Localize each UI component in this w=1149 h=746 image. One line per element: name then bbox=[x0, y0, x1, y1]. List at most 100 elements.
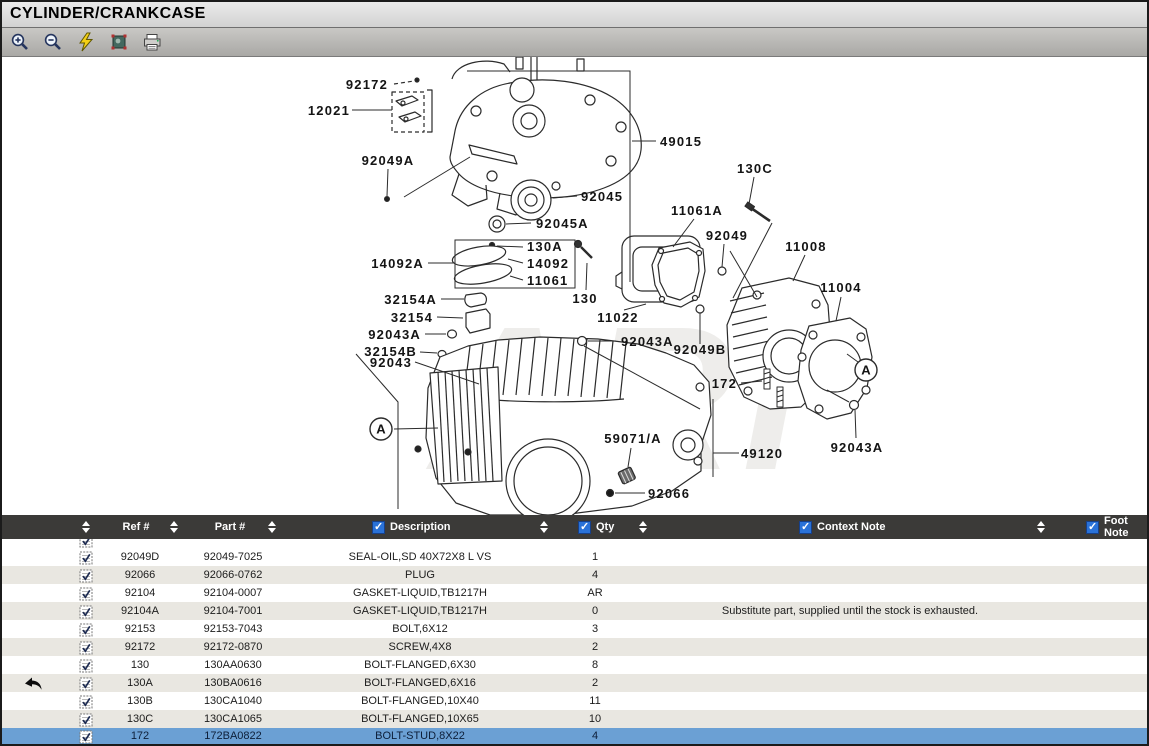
part-label-92172[interactable]: 92172 bbox=[346, 77, 388, 92]
col-context-note[interactable]: Context Note bbox=[817, 515, 885, 539]
cell-part: 92066-0762 bbox=[178, 566, 288, 584]
edit-notes-icon bbox=[79, 604, 93, 619]
table-row[interactable]: 130B130CA1040BOLT-FLANGED,10X4011 bbox=[0, 692, 1149, 710]
part-label-92045A[interactable]: 92045A bbox=[536, 216, 589, 231]
part-label-92049[interactable]: 92049 bbox=[706, 228, 748, 243]
cell-part: 92104-0007 bbox=[178, 584, 288, 602]
hotspot-select-button[interactable] bbox=[108, 31, 130, 53]
part-label-49015[interactable]: 49015 bbox=[660, 134, 702, 149]
row-edit-icon[interactable] bbox=[76, 710, 96, 728]
edit-notes-icon bbox=[79, 568, 93, 583]
part-label-92043A[interactable]: 92043A bbox=[831, 440, 884, 455]
cell-qty: 4 bbox=[556, 728, 634, 744]
col-foot-note[interactable]: Foot Note bbox=[1104, 515, 1149, 539]
cell-context-note bbox=[648, 548, 1052, 566]
row-edit-icon[interactable] bbox=[76, 656, 96, 674]
part-label-32154A[interactable]: 32154A bbox=[384, 292, 437, 307]
col-description[interactable]: Description bbox=[390, 515, 451, 539]
table-row[interactable]: 9206692066-0762PLUG4 bbox=[0, 566, 1149, 584]
part-label-92066[interactable]: 92066 bbox=[648, 486, 690, 501]
zoom-in-button[interactable] bbox=[9, 31, 31, 53]
row-edit-icon[interactable] bbox=[76, 620, 96, 638]
part-label-11008[interactable]: 11008 bbox=[785, 239, 826, 254]
zoom-out-button[interactable] bbox=[42, 31, 64, 53]
titlebar: CYLINDER/CRANKCASE bbox=[0, 0, 1149, 28]
row-edit-icon[interactable] bbox=[76, 728, 96, 744]
checkbox-foot-note[interactable] bbox=[1086, 515, 1099, 539]
cell-ref: 130A bbox=[100, 674, 180, 692]
cell-description: GASKET-LIQUID,TB1217H bbox=[300, 602, 540, 620]
table-row[interactable]: 92104A92104-7001GASKET-LIQUID,TB1217H0Su… bbox=[0, 602, 1149, 620]
sort-icon-qty[interactable] bbox=[639, 515, 647, 539]
part-label-92049A[interactable]: 92049A bbox=[362, 153, 415, 168]
cell-context-note bbox=[648, 566, 1052, 584]
table-row[interactable]: 172172BA0822BOLT-STUD,8X224 bbox=[0, 728, 1149, 746]
part-label-14092[interactable]: 14092 bbox=[527, 256, 569, 271]
sort-icon-part[interactable] bbox=[268, 515, 276, 539]
checkbox-description[interactable] bbox=[372, 515, 385, 539]
cell-description: BOLT-FLANGED,10X65 bbox=[300, 710, 540, 728]
part-label-11004[interactable]: 11004 bbox=[820, 280, 861, 295]
part-label-11061[interactable]: 11061 bbox=[527, 273, 568, 288]
table-row[interactable]: 130C130CA1065BOLT-FLANGED,10X6510 bbox=[0, 710, 1149, 728]
row-edit-icon[interactable] bbox=[76, 566, 96, 584]
cell-foot-note bbox=[1058, 674, 1146, 692]
row-edit-icon[interactable] bbox=[76, 692, 96, 710]
part-label-92049B[interactable]: 92049B bbox=[674, 342, 727, 357]
sort-icon-context-note[interactable] bbox=[1037, 515, 1045, 539]
row-edit-icon[interactable] bbox=[76, 602, 96, 620]
edit-notes-icon bbox=[79, 539, 93, 548]
cell-description: GASKET-LIQUID,TB1217H bbox=[300, 584, 540, 602]
checkbox-qty[interactable] bbox=[578, 515, 591, 539]
back-reference-arrow[interactable] bbox=[14, 674, 52, 692]
edit-notes-icon bbox=[79, 640, 93, 655]
row-edit-icon[interactable] bbox=[76, 638, 96, 656]
table-row[interactable]: 130130AA0630BOLT-FLANGED,6X308 bbox=[0, 656, 1149, 674]
row-edit-icon[interactable] bbox=[76, 584, 96, 602]
cell-context-note bbox=[648, 674, 1052, 692]
part-label-11022[interactable]: 11022 bbox=[597, 310, 638, 325]
part-label-92045[interactable]: 92045 bbox=[581, 189, 623, 204]
cell-foot-note bbox=[1058, 638, 1146, 656]
part-label-92043[interactable]: 92043 bbox=[370, 355, 412, 370]
table-row[interactable]: 9210492104-0007GASKET-LIQUID,TB1217HAR bbox=[0, 584, 1149, 602]
print-button[interactable] bbox=[141, 31, 163, 53]
table-row[interactable]: 9215392153-7043BOLT,6X123 bbox=[0, 620, 1149, 638]
part-label-130[interactable]: 130 bbox=[572, 291, 597, 306]
part-label-12021[interactable]: 12021 bbox=[308, 103, 350, 118]
part-label-92043A[interactable]: 92043A bbox=[621, 334, 674, 349]
row-edit-icon[interactable] bbox=[76, 674, 96, 692]
part-label-59071-A[interactable]: 59071/A bbox=[604, 431, 662, 446]
checkbox-context-note[interactable] bbox=[799, 515, 812, 539]
table-row[interactable]: 92049D92049-7025SEAL-OIL,SD 40X72X8 L VS… bbox=[0, 548, 1149, 566]
col-ref[interactable]: Ref # bbox=[112, 515, 160, 539]
part-label-130A[interactable]: 130A bbox=[527, 239, 563, 254]
cell-qty: 0 bbox=[556, 602, 634, 620]
cell-foot-note bbox=[1058, 584, 1146, 602]
table-row[interactable]: 9217292172-0870SCREW,4X82 bbox=[0, 638, 1149, 656]
part-label-92043A[interactable]: 92043A bbox=[368, 327, 421, 342]
sort-icon-description[interactable] bbox=[540, 515, 548, 539]
col-qty[interactable]: Qty bbox=[596, 515, 614, 539]
refresh-flash-button[interactable] bbox=[75, 31, 97, 53]
view-marker-letter: A bbox=[861, 363, 871, 378]
part-label-49120[interactable]: 49120 bbox=[741, 446, 783, 461]
cell-description: BOLT-STUD,8X22 bbox=[300, 728, 540, 744]
cell-foot-note bbox=[1058, 566, 1146, 584]
part-label-172[interactable]: 172 bbox=[712, 376, 737, 391]
cell-context-note bbox=[648, 692, 1052, 710]
row-edit-icon[interactable] bbox=[76, 548, 96, 566]
col-part[interactable]: Part # bbox=[200, 515, 260, 539]
part-label-32154[interactable]: 32154 bbox=[391, 310, 433, 325]
cell-description: SCREW,4X8 bbox=[300, 638, 540, 656]
sort-icon-col[interactable] bbox=[82, 515, 90, 539]
cell-foot-note bbox=[1058, 710, 1146, 728]
part-label-11061A[interactable]: 11061A bbox=[671, 203, 723, 218]
sort-icon-ref[interactable] bbox=[170, 515, 178, 539]
cell-foot-note bbox=[1058, 692, 1146, 710]
cell-part: 92172-0870 bbox=[178, 638, 288, 656]
part-label-130C[interactable]: 130C bbox=[737, 161, 773, 176]
cell-ref: 130B bbox=[100, 692, 180, 710]
table-row[interactable]: 130A130BA0616BOLT-FLANGED,6X162 bbox=[0, 674, 1149, 692]
part-label-14092A[interactable]: 14092A bbox=[371, 256, 424, 271]
